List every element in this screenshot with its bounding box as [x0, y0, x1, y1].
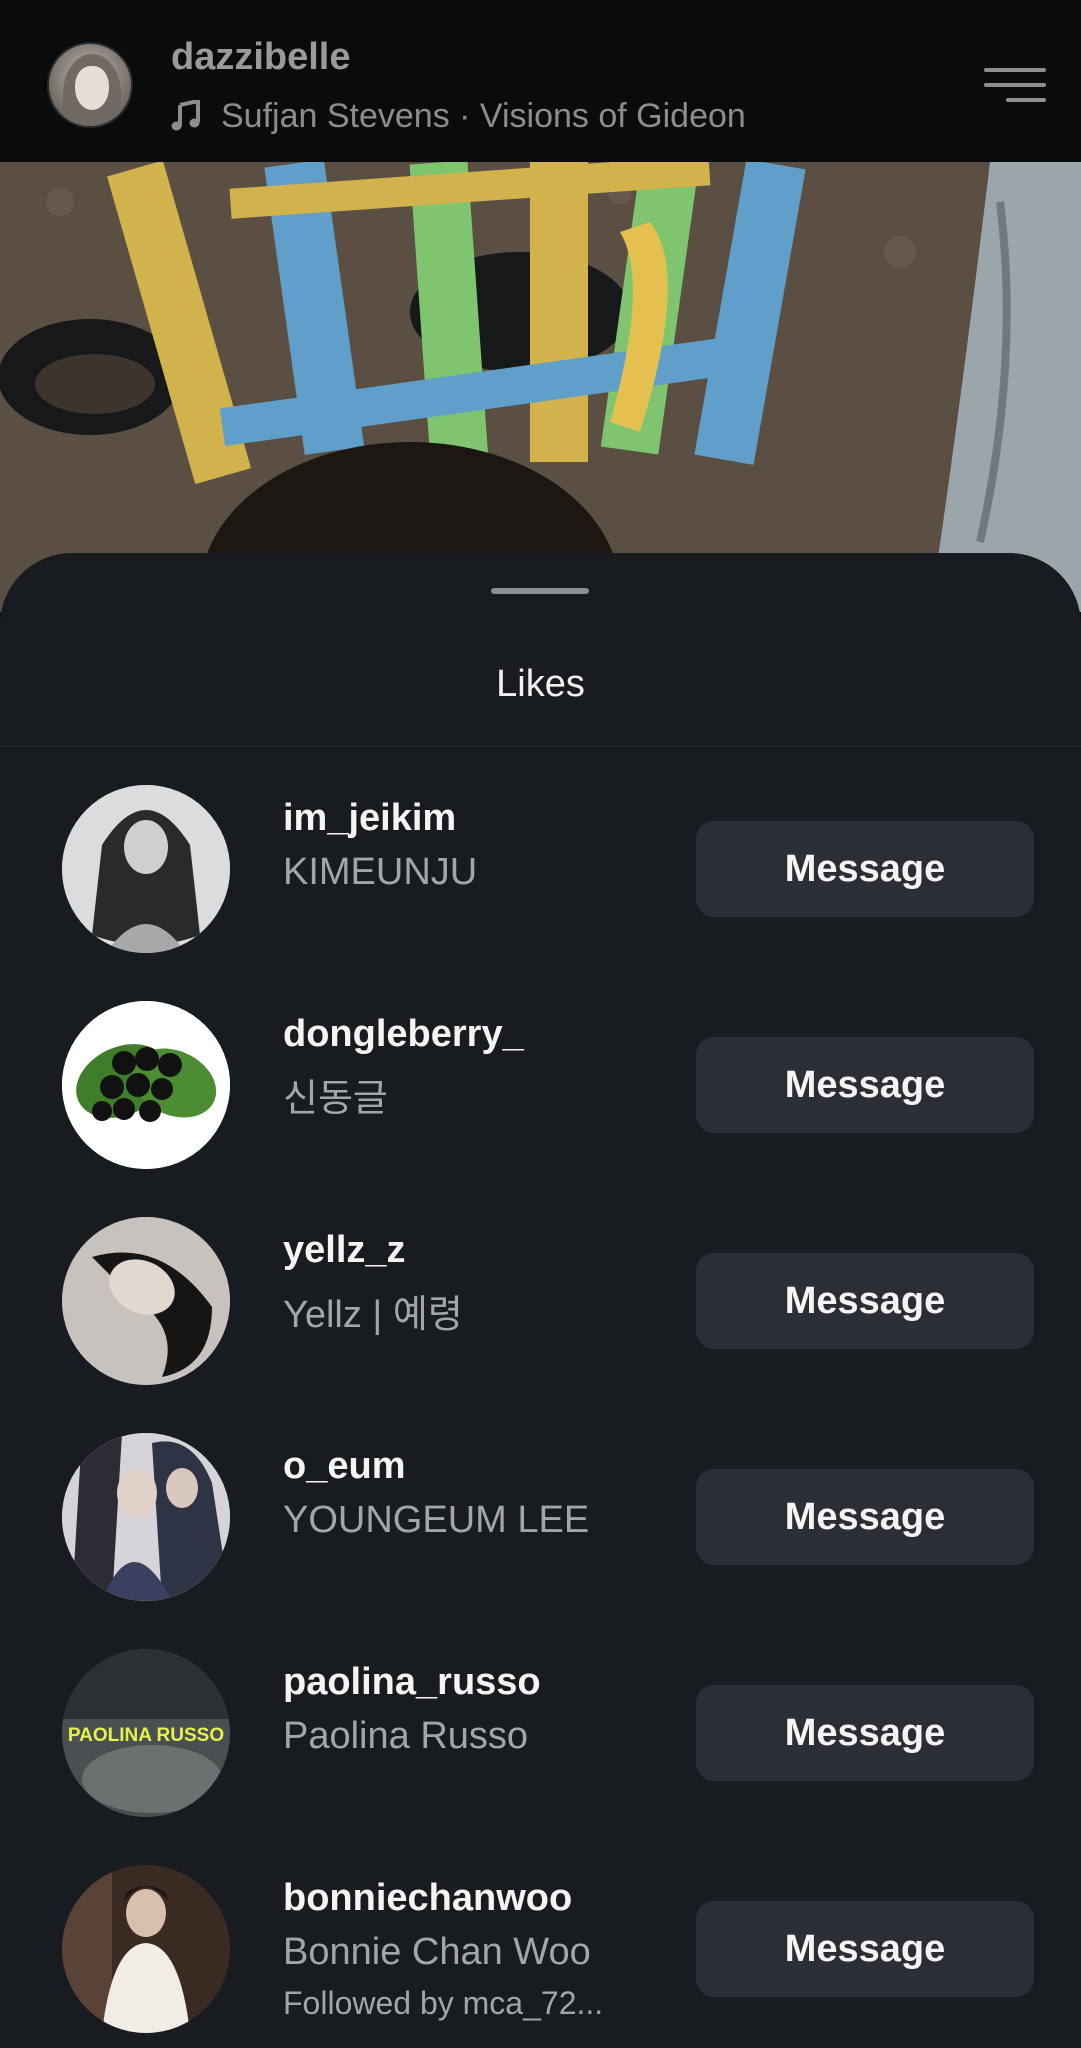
- list-item[interactable]: im_jeikim KIMEUNJU Message: [0, 785, 1081, 1001]
- followed-by-label: Followed by mca_72...: [283, 1985, 604, 2021]
- message-button[interactable]: Message: [696, 1685, 1034, 1781]
- message-button[interactable]: Message: [696, 1037, 1034, 1133]
- like-username[interactable]: paolina_russo: [283, 1661, 541, 1704]
- like-username[interactable]: im_jeikim: [283, 797, 456, 840]
- like-full-name: Paolina Russo: [283, 1715, 529, 1757]
- post-photo: [0, 162, 1081, 612]
- post-header: dazzibelle Sufjan Stevens · Visions of G…: [0, 0, 1081, 162]
- like-full-name: YOUNGEUM LEE: [283, 1499, 590, 1541]
- avatar[interactable]: [62, 1001, 230, 1169]
- like-username[interactable]: dongleberry_: [283, 1013, 524, 1056]
- author-avatar[interactable]: [47, 42, 133, 128]
- list-item[interactable]: bonniechanwoo Bonnie Chan Woo Followed b…: [0, 1865, 1081, 2048]
- sheet-drag-handle[interactable]: [491, 588, 589, 594]
- avatar[interactable]: [62, 1433, 230, 1601]
- list-item[interactable]: PAOLINA RUSSO paolina_russo Paolina Russ…: [0, 1649, 1081, 1865]
- divider: [0, 746, 1081, 747]
- like-full-name: Bonnie Chan Woo: [283, 1931, 591, 1973]
- like-username[interactable]: bonniechanwoo: [283, 1877, 572, 1920]
- like-full-name: 신동글: [283, 1078, 388, 1120]
- music-note-icon: [171, 100, 200, 131]
- music-track-label: Sufjan Stevens · Visions of Gideon: [221, 96, 746, 135]
- message-button[interactable]: Message: [696, 821, 1034, 917]
- avatar[interactable]: [62, 1217, 230, 1385]
- menu-icon[interactable]: [984, 68, 1046, 102]
- list-item[interactable]: dongleberry_ 신동글 Message: [0, 1001, 1081, 1217]
- list-item[interactable]: o_eum YOUNGEUM LEE Message: [0, 1433, 1081, 1649]
- message-button[interactable]: Message: [696, 1901, 1034, 1997]
- svg-text:PAOLINA RUSSO: PAOLINA RUSSO: [68, 1725, 224, 1746]
- like-username[interactable]: yellz_z: [283, 1229, 406, 1272]
- author-username[interactable]: dazzibelle: [171, 36, 351, 79]
- avatar[interactable]: PAOLINA RUSSO: [62, 1649, 230, 1817]
- like-full-name: Yellz | 예령: [283, 1294, 463, 1336]
- message-button[interactable]: Message: [696, 1253, 1034, 1349]
- avatar[interactable]: [62, 785, 230, 953]
- screen: dazzibelle Sufjan Stevens · Visions of G…: [0, 0, 1081, 2048]
- sheet-title: Likes: [496, 663, 585, 705]
- message-button[interactable]: Message: [696, 1469, 1034, 1565]
- likes-sheet: Likes im_jeikim KIMEUNJU Message dongleb…: [0, 553, 1081, 2048]
- avatar[interactable]: [62, 1865, 230, 2033]
- music-info[interactable]: Sufjan Stevens · Visions of Gideon: [171, 96, 746, 136]
- list-item[interactable]: yellz_z Yellz | 예령 Message: [0, 1217, 1081, 1433]
- like-full-name: KIMEUNJU: [283, 851, 478, 893]
- like-username[interactable]: o_eum: [283, 1445, 405, 1488]
